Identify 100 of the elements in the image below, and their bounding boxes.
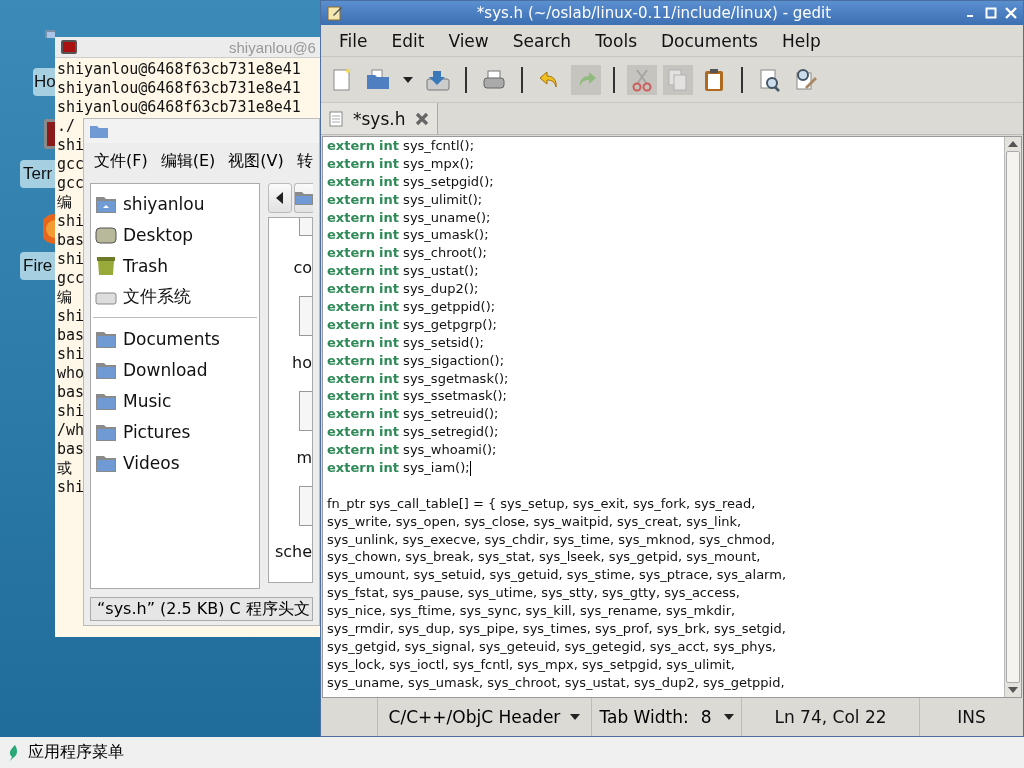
file-manager-title-bar[interactable] — [84, 119, 319, 143]
code-line: extern int sys_iam(); — [327, 460, 471, 476]
code-line: extern int sys_sgetmask(); — [327, 370, 509, 386]
desktop-icon-label[interactable]: Fire — [20, 252, 55, 280]
item-name[interactable]: sche — [274, 542, 312, 561]
code-line: extern int sys_getpgrp(); — [327, 316, 497, 332]
tab-width-dropdown[interactable]: Tab Width: 8 — [599, 707, 734, 727]
code-line: extern int sys_setsid(); — [327, 334, 484, 350]
terminal-line: who — [57, 364, 85, 382]
code-line: extern int sys_fcntl(); — [327, 138, 475, 153]
terminal-line: bas — [57, 326, 85, 344]
notepad-icon — [327, 5, 343, 21]
terminal-line: 编 — [57, 193, 72, 211]
file-icon[interactable] — [299, 391, 312, 431]
sidebar-item[interactable]: Desktop — [91, 219, 259, 250]
code-line: extern int sys_whoami(); — [327, 442, 497, 458]
window-title: shiyanlou@6 — [229, 38, 316, 56]
cursor-position: Ln 74, Col 22 — [774, 707, 887, 727]
item-name[interactable]: co — [293, 258, 312, 277]
menu-item[interactable]: Tools — [595, 30, 637, 51]
sidebar-item[interactable]: Trash — [91, 250, 259, 281]
terminal-line: shi — [57, 307, 85, 325]
terminal-line: shi — [57, 250, 85, 268]
title-bar[interactable]: *sys.h (~/oslab/linux-0.11/include/linux) - gedit — [321, 1, 1023, 25]
terminal-line: shiyanlou@6468f63cb731e8e41 — [57, 79, 301, 97]
code-line: extern int sys_mpx(); — [327, 155, 474, 171]
code-line: fn_ptr sys_call_table[] = { sys_setup, sys_exit, sys_fork, sys_read, — [327, 495, 756, 511]
code-line: sys_unlink, sys_execve, sys_chdir, sys_time, sys_mknod, sys_chmod, — [327, 531, 776, 547]
code-line: extern int sys_setreuid(); — [327, 406, 499, 422]
code-line: extern int sys_uname(); — [327, 209, 491, 225]
sidebar-item[interactable]: Music — [91, 385, 259, 416]
sidebar-item[interactable]: Videos — [91, 447, 259, 478]
code-line: sys_uname, sys_umask, sys_chroot, sys_ustat, sys_dup2, sys_getppid, — [327, 674, 785, 690]
up-arrow-icon[interactable] — [1008, 140, 1018, 148]
sidebar-item[interactable]: Documents — [91, 323, 259, 354]
menu-item[interactable]: Documents — [661, 30, 758, 51]
code-line: extern int sys_getppid(); — [327, 299, 496, 314]
code-line: extern int sys_ulimit(); — [327, 191, 483, 207]
code-line: sys_lock, sys_ioctl, sys_fcntl, sys_mpx, sys_setpgid, sys_ulimit, — [327, 656, 735, 672]
file-icon[interactable] — [299, 486, 312, 526]
code-line: extern int sys_sigaction(); — [327, 352, 505, 368]
code-line: sys_rmdir, sys_dup, sys_pipe, sys_times, sys_prof, sys_brk, sys_setgid, — [327, 621, 786, 637]
back-button[interactable] — [268, 183, 292, 213]
applications-menu-button[interactable]: 应用程序菜单 — [0, 742, 132, 763]
menu-item[interactable]: Help — [781, 30, 821, 51]
terminal-line: shi — [57, 345, 85, 363]
code-line: extern int sys_setregid(); — [327, 424, 499, 440]
code-line: sys_chown, sys_break, sys_stat, sys_lseek, sys_getpid, sys_mount, — [327, 549, 761, 565]
desktop-icon-label[interactable]: Ho — [33, 68, 55, 96]
terminal-line: shi — [57, 212, 85, 230]
desktop-icon — [95, 224, 117, 245]
code-line: extern int sys_umask(); — [327, 227, 489, 243]
terminal-line: ./ — [57, 117, 76, 135]
document-tab[interactable]: *sys.h — [321, 103, 439, 134]
terminal-line: shi — [57, 402, 85, 420]
menu-item[interactable]: 转 — [296, 150, 313, 172]
menu-item[interactable]: Edit — [391, 30, 425, 51]
terminal-line: shi — [57, 478, 85, 496]
sidebar-item[interactable]: Download — [91, 354, 259, 385]
caret-icon — [403, 76, 413, 83]
item-name[interactable]: ho — [292, 353, 312, 372]
insert-mode: INS — [957, 707, 986, 727]
language-dropdown[interactable]: C/C++/ObjC Header — [377, 698, 591, 736]
scrollbar[interactable] — [1004, 137, 1021, 697]
menu-item[interactable]: 视图(V) — [228, 150, 284, 172]
down-arrow-icon[interactable] — [1008, 686, 1018, 694]
code-line: extern int sys_ustat(); — [327, 263, 479, 279]
maximize-icon[interactable] — [985, 7, 997, 19]
file-icon[interactable] — [299, 296, 312, 336]
folder-icon — [90, 124, 108, 138]
item-name[interactable]: m — [296, 448, 312, 467]
terminal-line: gcc — [57, 269, 85, 287]
terminal-line: bas — [57, 440, 85, 458]
desktop-icon-label[interactable]: Terr — [20, 160, 55, 188]
sidebar-item[interactable]: 文件系统 — [91, 281, 259, 312]
sidebar-item[interactable]: shiyanlou — [91, 188, 259, 219]
code-line: sys_umount, sys_setuid, sys_getuid, sys_stime, sys_ptrace, sys_alarm, — [327, 567, 787, 583]
trash-icon — [95, 255, 117, 276]
replace-icon — [793, 66, 819, 93]
window-title: *sys.h (~/oslab/linux-0.11/include/linux) - gedit — [475, 4, 833, 22]
terminal-line: bas — [57, 231, 85, 249]
code-line: sys_write, sys_open, sys_close, sys_waitpid, sys_creat, sys_link, — [327, 513, 742, 529]
leaf-icon — [8, 744, 20, 761]
caret-icon — [723, 714, 734, 720]
code-line: extern int sys_setpgid(); — [327, 173, 494, 189]
menu-item[interactable]: 编辑(E) — [160, 150, 216, 172]
menu-item[interactable]: File — [339, 30, 368, 51]
menu-item[interactable]: 文件(F) — [94, 150, 148, 172]
terminal-line: bas — [57, 383, 85, 401]
status-text: “sys.h” (2.5 KB) C 程序头文 — [97, 598, 310, 620]
close-icon[interactable] — [415, 111, 430, 126]
code-line: extern int sys_chroot(); — [327, 245, 487, 261]
code-line: extern int sys_dup2(); — [327, 281, 479, 297]
sidebar-item[interactable]: Pictures — [91, 416, 259, 447]
menu-item[interactable]: Search — [512, 30, 572, 51]
menu-item[interactable]: View — [448, 30, 489, 51]
code-line: sys_nice, sys_ftime, sys_sync, sys_kill, sys_rename, sys_mkdir, — [327, 603, 736, 619]
code-line: sys_fstat, sys_pause, sys_utime, sys_stty, sys_gtty, sys_access, — [327, 585, 740, 601]
left-arrow-icon — [276, 192, 284, 204]
code-line: extern int sys_ssetmask(); — [327, 388, 507, 404]
